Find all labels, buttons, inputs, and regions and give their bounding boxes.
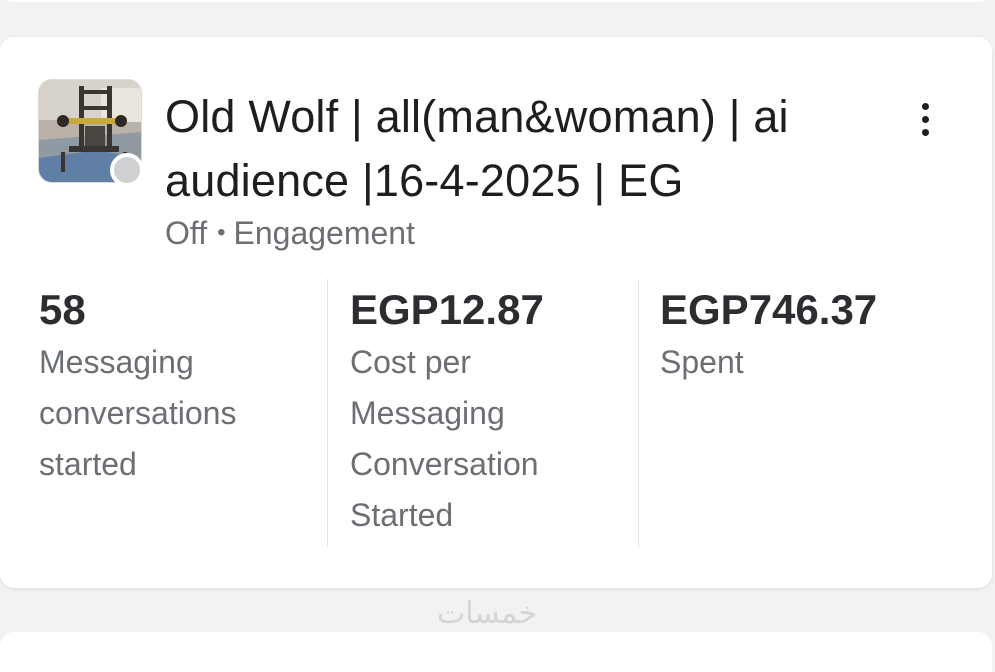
metric-results[interactable]: 58 Messaging conversations started — [39, 279, 309, 490]
metric-value: EGP746.37 — [660, 286, 878, 333]
campaign-title[interactable]: Old Wolf | all(man&woman) | ai audience … — [165, 85, 855, 213]
ad-thumbnail — [38, 79, 144, 187]
next-card — [0, 632, 992, 672]
metric-amount-spent[interactable]: EGP746.37 Spent — [660, 279, 960, 388]
metric-label: Cost per Messaging Conversation Started — [350, 344, 539, 533]
metric-value: EGP12.87 — [350, 286, 544, 333]
metric-divider — [327, 279, 328, 547]
more-dot — [921, 102, 929, 110]
more-options-icon[interactable] — [905, 87, 945, 151]
metric-value: 58 — [39, 286, 86, 333]
previous-card — [0, 0, 992, 2]
meta-separator: • — [217, 219, 226, 246]
campaign-objective: Engagement — [233, 215, 415, 251]
watermark: خمسات — [437, 596, 538, 631]
metric-cost-per-result[interactable]: EGP12.87 Cost per Messaging Conversation… — [350, 279, 620, 541]
metric-divider — [638, 279, 639, 547]
metrics-row: 58 Messaging conversations started EGP12… — [0, 279, 992, 549]
delivery-status: Off — [165, 215, 208, 251]
metric-label: Spent — [660, 344, 744, 380]
more-dot — [921, 115, 929, 123]
campaign-card[interactable]: Old Wolf | all(man&woman) | ai audience … — [0, 37, 992, 588]
status-dot-icon — [110, 153, 144, 187]
more-dot — [921, 128, 929, 136]
campaign-meta: Off • Engagement — [165, 213, 415, 253]
metric-label: Messaging conversations started — [39, 344, 237, 482]
